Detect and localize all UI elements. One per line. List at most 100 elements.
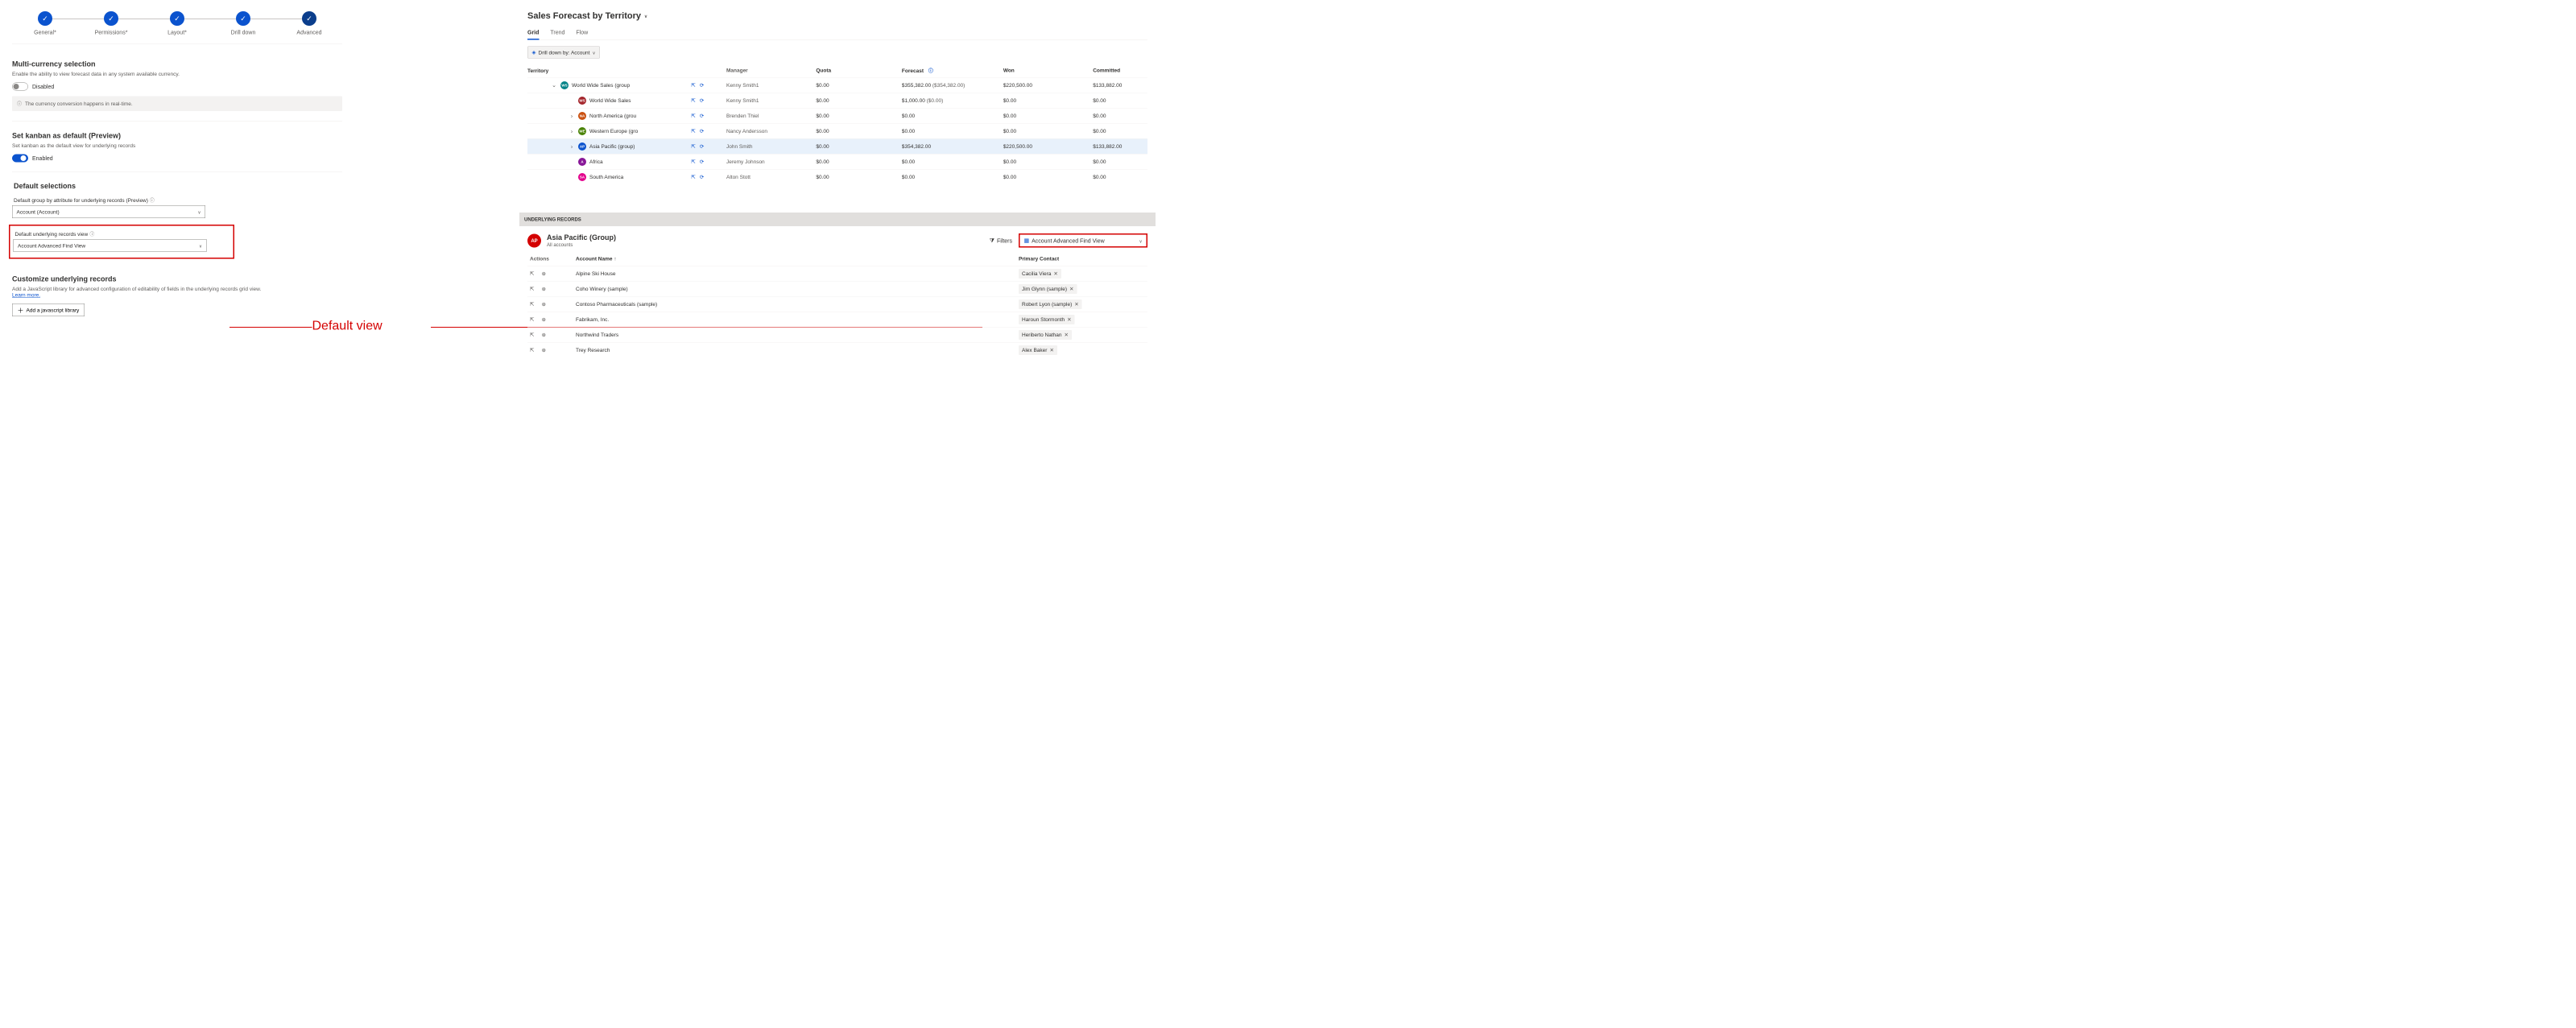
refresh-icon[interactable] bbox=[700, 159, 704, 165]
open-record-icon[interactable] bbox=[530, 316, 534, 323]
info-icon[interactable] bbox=[928, 68, 933, 74]
account-name-cell[interactable]: Coho Winery (sample) bbox=[576, 286, 1019, 292]
remove-chip-icon[interactable]: ✕ bbox=[1053, 270, 1057, 277]
forecast-row[interactable]: NANorth America (grouBrenden Thiel$0.00$… bbox=[527, 108, 1147, 123]
underlying-row[interactable]: Trey ResearchAlex Baker✕ bbox=[527, 342, 1147, 357]
account-name-cell[interactable]: Contoso Pharmaceuticals (sample) bbox=[576, 301, 1019, 308]
refresh-icon[interactable] bbox=[700, 128, 704, 134]
open-icon[interactable] bbox=[691, 82, 695, 89]
territory-avatar: NA bbox=[578, 112, 586, 120]
open-record-icon[interactable] bbox=[530, 347, 534, 353]
add-icon[interactable] bbox=[541, 286, 545, 292]
remove-chip-icon[interactable]: ✕ bbox=[1049, 347, 1053, 353]
remove-chip-icon[interactable]: ✕ bbox=[1065, 332, 1069, 338]
tab-trend[interactable]: Trend bbox=[550, 26, 564, 39]
open-icon[interactable] bbox=[691, 143, 695, 150]
forecast-row[interactable]: AAfricaJeremy Johnson$0.00$0.00$0.00$0.0… bbox=[527, 154, 1147, 169]
drilldown-pill[interactable]: ◈ Drill down by: Account bbox=[527, 47, 600, 59]
add-icon[interactable] bbox=[541, 347, 545, 353]
refresh-icon[interactable] bbox=[700, 82, 704, 89]
territory-avatar: AP bbox=[578, 142, 586, 151]
info-icon[interactable] bbox=[89, 231, 94, 238]
remove-chip-icon[interactable]: ✕ bbox=[1074, 301, 1078, 308]
underlying-row[interactable]: Contoso Pharmaceuticals (sample)Robert L… bbox=[527, 296, 1147, 312]
open-icon[interactable] bbox=[691, 159, 695, 165]
forecast-row[interactable]: WEWestern Europe (groNancy Andersson$0.0… bbox=[527, 123, 1147, 138]
open-record-icon[interactable] bbox=[530, 286, 534, 292]
territory-name: World Wide Sales bbox=[589, 97, 631, 104]
underlying-view-picker[interactable]: Account Advanced Find View bbox=[1019, 233, 1147, 248]
territory-name: Asia Pacific (group) bbox=[589, 143, 635, 150]
underlying-row[interactable]: Alpine Ski HouseCacilia Viera✕ bbox=[527, 266, 1147, 281]
select-default-view[interactable]: Account Advanced Find View bbox=[14, 239, 207, 252]
underlying-row[interactable]: Coho Winery (sample)Jim Glynn (sample)✕ bbox=[527, 281, 1147, 296]
expand-icon[interactable] bbox=[569, 113, 575, 119]
open-record-icon[interactable] bbox=[530, 270, 534, 277]
forecast-row[interactable]: WSWorld Wide Sales (groupKenny Smith1$0.… bbox=[527, 77, 1147, 93]
section-customize-title: Customize underlying records bbox=[12, 275, 342, 284]
underlying-row[interactable]: Fabrikam, Inc.Haroun Stormonth✕ bbox=[527, 312, 1147, 327]
forecast-row[interactable]: WSWorld Wide SalesKenny Smith1$0.00$1,00… bbox=[527, 93, 1147, 108]
forecast-cell: $355,382.00 ($354,382.00) bbox=[902, 82, 1003, 89]
open-record-icon[interactable] bbox=[530, 332, 534, 338]
contact-chip[interactable]: Jim Glynn (sample)✕ bbox=[1019, 284, 1077, 294]
contact-chip[interactable]: Heriberto Nathan✕ bbox=[1019, 330, 1072, 340]
won-cell: $0.00 bbox=[1003, 97, 1093, 104]
contact-chip[interactable]: Cacilia Viera✕ bbox=[1019, 269, 1061, 279]
underlying-row[interactable]: Northwind TradersHeriberto Nathan✕ bbox=[527, 327, 1147, 342]
refresh-icon[interactable] bbox=[700, 97, 704, 104]
open-record-icon[interactable] bbox=[530, 301, 534, 308]
sort-asc-icon[interactable] bbox=[614, 256, 616, 262]
remove-chip-icon[interactable]: ✕ bbox=[1067, 316, 1071, 323]
expand-icon[interactable] bbox=[569, 143, 575, 150]
add-icon[interactable] bbox=[541, 301, 545, 308]
refresh-icon[interactable] bbox=[700, 113, 704, 119]
contact-chip[interactable]: Robert Lyon (sample)✕ bbox=[1019, 299, 1082, 309]
contact-chip[interactable]: Alex Baker✕ bbox=[1019, 345, 1057, 355]
step-permissions[interactable]: Permissions* bbox=[78, 11, 144, 35]
expand-icon[interactable] bbox=[569, 128, 575, 134]
remove-chip-icon[interactable]: ✕ bbox=[1069, 286, 1073, 292]
add-icon[interactable] bbox=[541, 332, 545, 338]
add-js-library-button[interactable]: Add a javascript library bbox=[12, 303, 85, 316]
add-icon[interactable] bbox=[541, 270, 545, 277]
account-name-cell[interactable]: Northwind Traders bbox=[576, 332, 1019, 338]
filters-button[interactable]: Filters bbox=[990, 237, 1012, 245]
refresh-icon[interactable] bbox=[700, 174, 704, 180]
collapse-icon[interactable] bbox=[551, 82, 557, 89]
forecast-row[interactable]: SASouth AmericaAlton Stott$0.00$0.00$0.0… bbox=[527, 169, 1147, 184]
link-learn-more[interactable]: Learn more. bbox=[12, 292, 40, 299]
section-default-selections-title: Default selections bbox=[14, 182, 342, 191]
committed-cell: $0.00 bbox=[1093, 128, 1147, 134]
manager-cell: Kenny Smith1 bbox=[726, 82, 816, 89]
quota-cell: $0.00 bbox=[816, 159, 902, 165]
step-layout[interactable]: Layout* bbox=[144, 11, 210, 35]
toggle-multicurrency[interactable] bbox=[12, 83, 28, 91]
select-group-by[interactable]: Account (Account) bbox=[12, 205, 205, 218]
info-icon[interactable] bbox=[150, 197, 155, 204]
forecast-title[interactable]: Sales Forecast by Territory bbox=[527, 10, 1147, 21]
forecast-row[interactable]: APAsia Pacific (group)John Smith$0.00$35… bbox=[527, 138, 1147, 154]
tab-flow[interactable]: Flow bbox=[576, 26, 588, 39]
account-name-cell[interactable]: Fabrikam, Inc. bbox=[576, 316, 1019, 323]
plus-icon bbox=[18, 305, 24, 315]
tab-grid[interactable]: Grid bbox=[527, 26, 539, 40]
underlying-records-bar: UNDERLYING RECORDS bbox=[519, 213, 1156, 226]
open-icon[interactable] bbox=[691, 113, 695, 119]
territory-name: Western Europe (gro bbox=[589, 128, 638, 134]
step-drilldown[interactable]: Drill down bbox=[210, 11, 276, 35]
open-icon[interactable] bbox=[691, 128, 695, 134]
territory-avatar: WS bbox=[560, 81, 569, 89]
refresh-icon[interactable] bbox=[700, 143, 704, 150]
step-advanced[interactable]: Advanced bbox=[276, 11, 342, 35]
info-bar-currency: The currency conversion happens in real-… bbox=[12, 97, 342, 112]
step-general[interactable]: General* bbox=[12, 11, 78, 35]
territory-avatar: A bbox=[578, 158, 586, 166]
account-name-cell[interactable]: Trey Research bbox=[576, 347, 1019, 353]
open-icon[interactable] bbox=[691, 97, 695, 104]
add-icon[interactable] bbox=[541, 316, 545, 323]
toggle-kanban[interactable] bbox=[12, 155, 28, 163]
open-icon[interactable] bbox=[691, 174, 695, 180]
account-name-cell[interactable]: Alpine Ski House bbox=[576, 270, 1019, 277]
contact-chip[interactable]: Haroun Stormonth✕ bbox=[1019, 315, 1075, 324]
